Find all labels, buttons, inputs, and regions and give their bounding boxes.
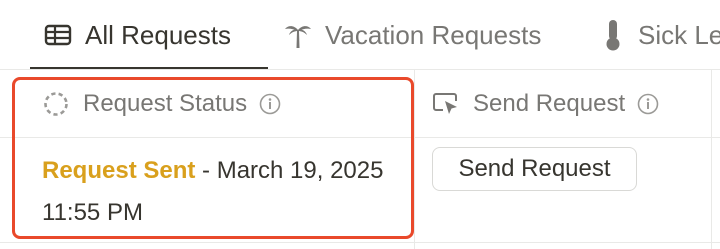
column-header-label: Request Status [83, 89, 248, 117]
column-divider [414, 70, 415, 249]
info-icon[interactable] [637, 93, 659, 115]
table-icon [43, 20, 73, 50]
row-divider [0, 242, 720, 243]
status-value: Request Sent [42, 157, 196, 184]
column-header-send-request[interactable]: Send Request [432, 70, 659, 137]
button-cursor-icon [432, 90, 460, 118]
column-header-request-status[interactable]: Request Status [42, 70, 281, 137]
status-loading-icon [42, 90, 70, 118]
thermometer-icon [598, 20, 628, 51]
tab-sick-leave[interactable]: Sick Le [598, 0, 720, 70]
requests-table: Request Status Send Request Request Sent… [0, 70, 720, 249]
palm-tree-icon [283, 20, 313, 50]
tab-vacation-requests-label: Vacation Requests [325, 19, 542, 50]
tab-vacation-requests[interactable]: Vacation Requests [283, 0, 541, 70]
info-icon[interactable] [259, 93, 281, 115]
send-request-button[interactable]: Send Request [432, 147, 637, 191]
column-divider [711, 70, 712, 249]
request-status-cell[interactable]: Request Sent - March 19, 2025 11:55 PM [42, 150, 392, 234]
tab-all-requests[interactable]: All Requests [43, 0, 231, 70]
tab-sick-leave-label: Sick Le [638, 19, 720, 50]
header-divider [0, 137, 720, 138]
tab-all-requests-label: All Requests [85, 19, 231, 50]
view-tabs: All Requests Vacation Requests Sick Le [0, 0, 720, 70]
column-header-label: Send Request [473, 89, 626, 117]
